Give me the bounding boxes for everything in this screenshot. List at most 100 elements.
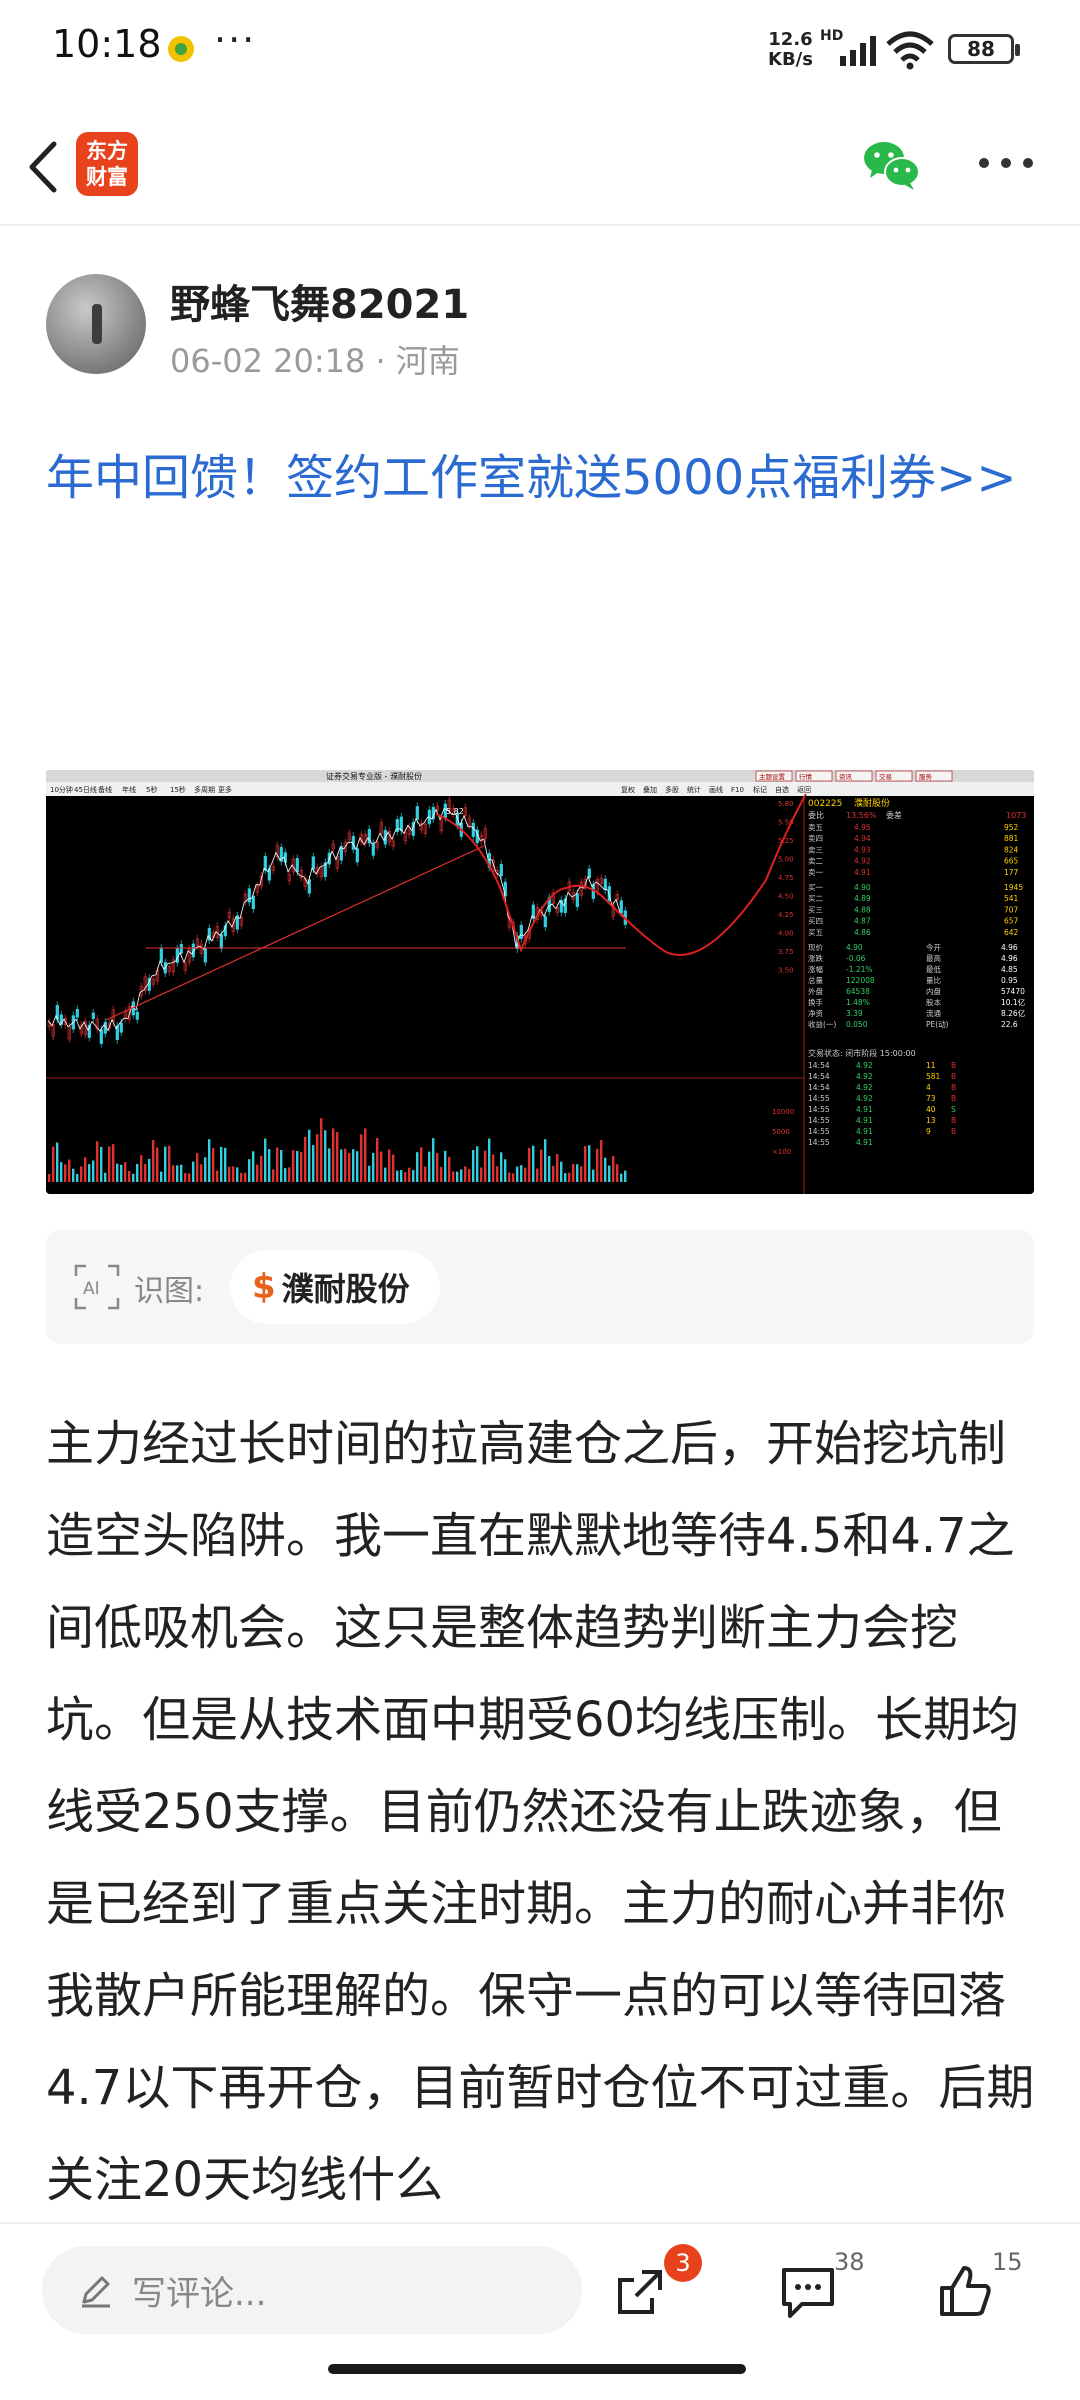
volume-bar [140,1155,143,1182]
thumbs-up-icon[interactable] [936,2262,994,2320]
volume-bar [72,1168,75,1182]
comment-count: 38 [834,2248,865,2276]
tick-volume: 13 [926,1116,936,1125]
volume-bar [500,1152,503,1182]
volume-bar [144,1164,147,1182]
author-avatar[interactable] [46,274,146,374]
order-label: 卖三 [808,845,823,854]
pencil-icon [82,2276,110,2308]
volume-bar [472,1149,475,1182]
volume-bar [560,1161,563,1182]
author-name[interactable]: 野蜂飞舞82021 [170,272,469,330]
volume-bar [460,1169,463,1182]
post-meta: 06-02 20:18 · 河南 [170,336,460,382]
trade-status: 交易状态: 闭市阶段 15:00:00 [808,1048,916,1058]
volume-bar [56,1142,59,1182]
toolbar-item: 15秒 [170,785,186,794]
candle-body [179,944,183,954]
quote-key: 现价 [808,943,823,952]
volume-bar [516,1166,519,1182]
tick-volume: 9 [926,1127,931,1136]
volume-bar [320,1118,323,1182]
volume-bar [364,1128,367,1182]
candle-body [91,1012,95,1019]
toolbar-right-item: 返回 [797,786,811,794]
volume-bar [528,1147,531,1182]
toolbar-right-item: 叠加 [643,785,657,794]
promo-link[interactable]: 年中回馈！签约工作室就送5000点福利券>> [46,430,1036,526]
quote-key-2: 最高 [926,953,941,963]
volume-bar [120,1164,123,1182]
candle-body [619,900,623,914]
volume-bar [596,1148,599,1182]
y-tick-label: 4.75 [778,874,794,882]
chevron-left-icon[interactable] [20,132,68,202]
volume-bar [620,1173,623,1182]
home-indicator[interactable] [328,2364,746,2374]
quote-key: 涨跌 [808,953,823,963]
volume-bar [356,1151,359,1182]
diff-value: 1073 [1006,811,1026,820]
order-price: 4.89 [854,894,871,903]
volume-bar [400,1170,403,1182]
candle-body [203,948,207,963]
stock-chip-name: 濮耐股份 [281,1270,410,1308]
volume-bar [288,1167,291,1182]
volume-bar [276,1147,279,1182]
stock-chart-svg: 证券交易专业版 - 濮耐股份 主题设置 行情 资讯 交易 服务 10分钟 45日线 备线 年线… [46,770,1034,1194]
y-tick-label: 3.75 [778,948,794,956]
toolbar-item: 备线 [98,785,112,794]
tick-time: 14:55 [808,1105,830,1114]
quote-panel [805,796,1034,1194]
volume-bar [136,1164,139,1182]
volume-bar [172,1165,175,1182]
app-notification-icon [168,36,194,62]
post-body: 主力经过长时间的拉高建仓之后，开始挖坑制造空头陷阱。我一直在默默地等待4.5和4… [46,1416,1035,2208]
stock-chart-image[interactable]: 证券交易专业版 - 濮耐股份 主题设置 行情 资讯 交易 服务 10分钟 45日线 备线 年线… [46,770,1034,1194]
volume-bar [568,1172,571,1182]
app-logo[interactable]: 东方 财富 [76,132,138,196]
like-count: 15 [992,2248,1023,2276]
volume-bar [132,1173,135,1182]
tick-side: B [951,1061,956,1070]
more-horizontal-icon[interactable] [976,148,1036,178]
post-location: 河南 [395,342,460,380]
chart-top-buttons: 主题设置 行情 资讯 交易 服务 [755,770,953,782]
order-label: 卖五 [808,823,823,832]
comment-icon[interactable] [778,2264,838,2322]
volume-bar [424,1166,427,1182]
tick-time: 14:54 [808,1083,830,1092]
volume-bar [416,1152,419,1182]
toolbar-item: 5秒 [146,785,157,794]
volume-bar [272,1169,275,1182]
volume-bar [392,1154,395,1182]
share-icon[interactable] [612,2264,668,2320]
toolbar-right-item: 画线 [709,785,723,794]
toolbar-item: 10分钟 [50,785,73,794]
volume-bar [184,1173,187,1182]
volume-bar [448,1156,451,1182]
toolbar-right-item: F10 [731,786,744,794]
volume-bar [556,1154,559,1182]
quote-value-2: 4.85 [1001,965,1018,974]
volume-bar [372,1152,375,1182]
order-price: 4.93 [854,845,871,854]
volume-bar [484,1150,487,1182]
ai-scan-icon: AI [74,1264,120,1310]
candle-body [575,893,579,907]
quote-key: 总量 [808,975,823,985]
volume-bar [488,1138,491,1182]
quote-key-2: 股本 [926,997,941,1007]
stock-chip[interactable]: $ 濮耐股份 [230,1250,440,1324]
quote-key-2: PE(动) [926,1019,949,1029]
comment-input[interactable]: 写评论... [42,2246,582,2334]
logo-line-2: 财富 [86,165,128,189]
wechat-icon[interactable] [862,138,922,192]
tick-price: 4.92 [856,1094,873,1103]
tick-time: 14:54 [808,1061,830,1070]
order-volume: 1945 [1004,883,1023,892]
quote-value-2: 10.1亿 [1001,997,1026,1007]
candle-body [471,822,475,837]
quote-key: 涨幅 [808,964,823,974]
volume-bar [572,1163,575,1182]
